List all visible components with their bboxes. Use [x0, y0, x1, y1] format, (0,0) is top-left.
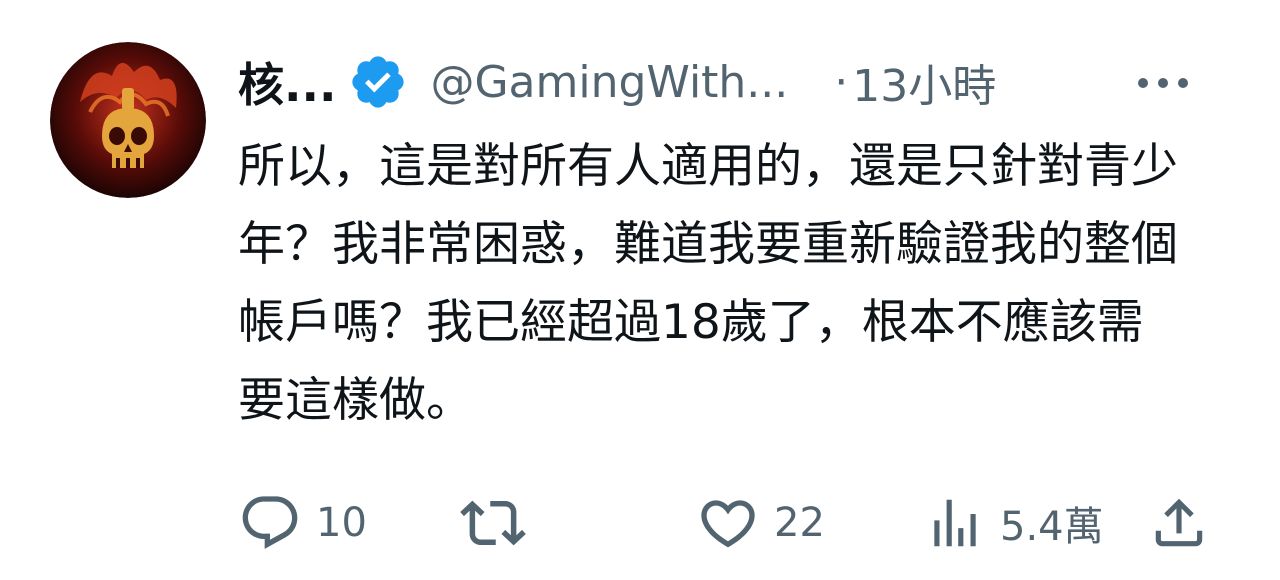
avatar[interactable]: [50, 42, 206, 198]
display-name[interactable]: 核...: [238, 49, 336, 115]
tweet-header: 核... @GamingWith... · 13小時: [238, 44, 1228, 120]
reply-count: 10: [316, 500, 367, 546]
reply-button[interactable]: 10: [238, 488, 367, 558]
views-button[interactable]: 5.4萬: [924, 488, 1104, 558]
like-count: 22: [774, 500, 825, 546]
share-button[interactable]: [1148, 488, 1210, 558]
views-icon: [934, 499, 976, 547]
heart-icon: [701, 500, 755, 548]
more-icon[interactable]: [1130, 58, 1196, 108]
skull-avatar-icon: [50, 42, 206, 198]
reply-icon: [242, 496, 298, 549]
like-button[interactable]: 22: [696, 488, 825, 558]
action-bar: 10 22 5.4萬: [238, 488, 1218, 558]
tweet-text: 所以，這是對所有人適用的，還是只針對青少年？我非常困惑，難道我要重新驗證我的整個…: [238, 139, 1178, 428]
view-count: 5.4萬: [1000, 504, 1104, 550]
separator-dot: ·: [834, 56, 849, 108]
verified-badge-icon[interactable]: [348, 52, 408, 112]
retweet-button[interactable]: [460, 488, 540, 558]
tweet[interactable]: 核... @GamingWith... · 13小時 所以，這是對所有人適用的，…: [0, 0, 1280, 580]
user-handle[interactable]: @GamingWith...: [430, 57, 788, 108]
share-icon: [1155, 498, 1203, 547]
timestamp[interactable]: 13小時: [852, 50, 996, 114]
retweet-icon: [460, 500, 526, 546]
